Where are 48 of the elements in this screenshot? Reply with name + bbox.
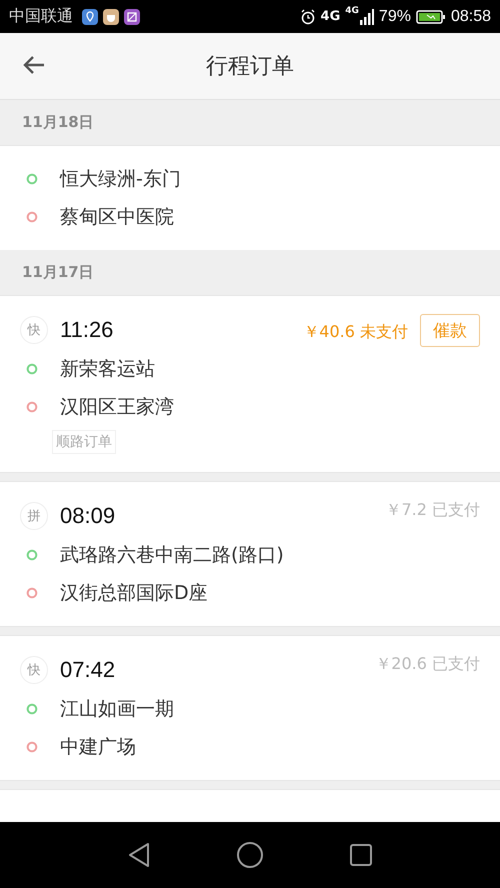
start-address: 恒大绿洲-东门 [60, 167, 181, 192]
back-arrow-icon [22, 55, 46, 75]
carrier-name: 中国联通 [9, 6, 73, 27]
date-label: 11月17日 [22, 263, 94, 282]
price-status: ￥7.2 已支付 [385, 500, 480, 521]
end-address: 汉阳区王家湾 [60, 395, 174, 420]
start-address: 武珞路六巷中南二路(路口) [60, 543, 284, 568]
price-status: ￥40.6 未支付 [303, 322, 408, 342]
network-label: 4G [345, 6, 359, 16]
order-card[interactable]: 快 07:42 ￥20.6 已支付 江山如画一期 中建广场 [0, 636, 500, 780]
start-dot-icon [26, 703, 38, 715]
ride-type-badge: 拼 [20, 502, 48, 530]
ride-type-badge: 快 [20, 656, 48, 684]
start-dot-icon [26, 549, 38, 561]
ride-type-badge: 快 [20, 316, 48, 344]
end-address: 蔡甸区中医院 [60, 205, 174, 230]
start-dot-icon [26, 173, 38, 185]
start-dot-icon [26, 363, 38, 375]
clock: 08:58 [450, 8, 491, 26]
battery-percent: 79% [378, 8, 411, 26]
back-triangle-icon[interactable] [127, 842, 151, 868]
end-address: 中建广场 [60, 735, 136, 760]
order-card[interactable]: 快 11:26 ￥40.6 未支付 催款 新荣客运站 汉阳区王家湾 顺路订单 [0, 296, 500, 472]
order-time: 11:26 [60, 317, 114, 343]
start-address: 江山如画一期 [60, 697, 174, 722]
image-icon [124, 8, 140, 24]
home-circle-icon[interactable] [236, 841, 264, 869]
battery-icon [416, 8, 446, 24]
page-title: 行程订单 [206, 53, 294, 81]
order-tag: 顺路订单 [52, 430, 116, 454]
order-card[interactable]: 拼 08:09 ￥7.2 已支付 武珞路六巷中南二路(路口) 汉街总部国际D座 [0, 482, 500, 626]
recent-apps-square-icon[interactable] [349, 843, 373, 867]
start-address: 新荣客运站 [60, 357, 155, 382]
order-time: 08:09 [60, 503, 116, 529]
network-label: 4G [320, 9, 340, 24]
order-time: 07:42 [60, 657, 116, 683]
signal-icon [360, 8, 374, 24]
end-dot-icon [26, 587, 38, 599]
end-dot-icon [26, 401, 38, 413]
end-dot-icon [26, 741, 38, 753]
map-pin-icon [82, 8, 98, 24]
app-icon [103, 8, 119, 24]
end-dot-icon [26, 211, 38, 223]
date-label: 11月18日 [22, 113, 94, 132]
end-address: 汉街总部国际D座 [60, 581, 208, 606]
order-card[interactable]: 恒大绿洲-东门 蔡甸区中医院 [0, 146, 500, 250]
price-status: ￥20.6 已支付 [375, 654, 480, 675]
alarm-icon [300, 8, 316, 24]
